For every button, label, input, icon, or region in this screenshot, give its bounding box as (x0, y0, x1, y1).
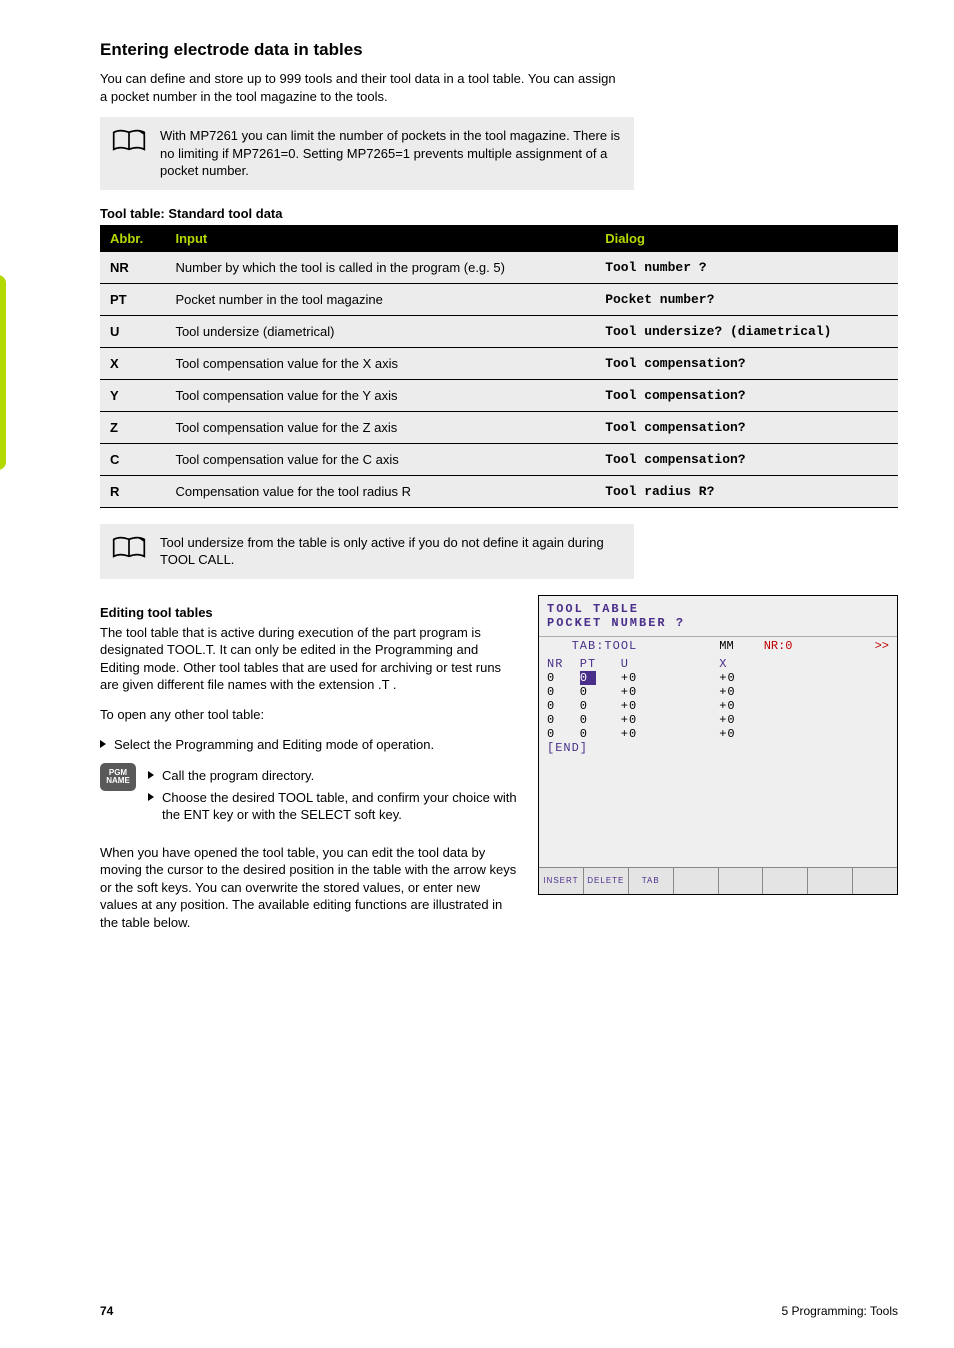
tool-data-table: Abbr. Input Dialog NRNumber by which the… (100, 225, 898, 508)
section-title: Entering electrode data in tables (100, 40, 898, 60)
cell-input: Compensation value for the tool radius R (165, 475, 595, 507)
step-select-mode: Select the Programming and Editing mode … (100, 736, 518, 754)
cell-input: Tool compensation value for the Z axis (165, 411, 595, 443)
screen-scroll-arrows-icon[interactable]: >> (875, 639, 889, 653)
softkey-empty (674, 868, 719, 894)
cell-abbr: Y (100, 379, 165, 411)
note-block-undersize: Tool undersize from the table is only ac… (100, 524, 634, 579)
table-row: YTool compensation value for the Y axisT… (100, 379, 898, 411)
editing-after-paragraph: When you have opened the tool table, you… (100, 844, 518, 932)
table-row: XTool compensation value for the X axisT… (100, 347, 898, 379)
note-book-icon (112, 534, 146, 560)
cell-abbr: X (100, 347, 165, 379)
cell-input: Tool compensation value for the C axis (165, 443, 595, 475)
side-tab-label: 5.1 Electrodes (0, 275, 6, 470)
cell-input: Tool compensation value for the Y axis (165, 379, 595, 411)
page-number: 74 (100, 1304, 113, 1318)
editing-subtitle: Editing tool tables (100, 605, 518, 620)
softkey-tab[interactable]: TAB (629, 868, 674, 894)
note-text-2: Tool undersize from the table is only ac… (160, 534, 622, 569)
page-footer: 74 5 Programming: Tools (100, 1304, 898, 1318)
screen-title: TOOL TABLE POCKET NUMBER ? (539, 596, 897, 637)
table-row: RCompensation value for the tool radius … (100, 475, 898, 507)
cell-input: Tool compensation value for the X axis (165, 347, 595, 379)
cell-abbr: U (100, 315, 165, 347)
editing-paragraph: The tool table that is active during exe… (100, 624, 518, 694)
table-row: UTool undersize (diametrical)Tool unders… (100, 315, 898, 347)
cell-input: Tool undersize (diametrical) (165, 315, 595, 347)
cell-dialog: Tool compensation? (595, 347, 898, 379)
intro-paragraph: You can define and store up to 999 tools… (100, 70, 620, 105)
cell-dialog: Pocket number? (595, 283, 898, 315)
cell-dialog: Tool compensation? (595, 411, 898, 443)
cell-input: Pocket number in the tool magazine (165, 283, 595, 315)
cell-dialog: Tool undersize? (diametrical) (595, 315, 898, 347)
note-block-mp7261: With MP7261 you can limit the number of … (100, 117, 634, 190)
cell-abbr: NR (100, 252, 165, 284)
tool-table-screenshot: TOOL TABLE POCKET NUMBER ? TAB:TOOL MM N… (538, 595, 898, 895)
table-row: NRNumber by which the tool is called in … (100, 252, 898, 284)
softkey-empty (763, 868, 808, 894)
cell-dialog: Tool compensation? (595, 379, 898, 411)
chapter-label: 5 Programming: Tools (782, 1304, 899, 1318)
cell-input: Number by which the tool is called in th… (165, 252, 595, 284)
screen-mm: MM (719, 639, 733, 653)
th-abbr: Abbr. (100, 225, 165, 252)
section-side-tab: 5.1 Electrodes (0, 290, 54, 470)
table-row: CTool compensation value for the C axisT… (100, 443, 898, 475)
softkey-empty (719, 868, 764, 894)
cell-dialog: Tool radius R? (595, 475, 898, 507)
cell-abbr: PT (100, 283, 165, 315)
cell-dialog: Tool number ? (595, 252, 898, 284)
cell-abbr: R (100, 475, 165, 507)
key-step: Call the program directory. (148, 767, 518, 785)
pgm-name-key[interactable]: PGM NAME (100, 763, 136, 791)
note-book-icon (112, 127, 146, 153)
screen-tab-label: TAB:TOOL (547, 639, 637, 653)
note-text-1: With MP7261 you can limit the number of … (160, 127, 622, 180)
cell-dialog: Tool compensation? (595, 443, 898, 475)
softkey-delete[interactable]: DELETE (584, 868, 629, 894)
th-dialog: Dialog (595, 225, 898, 252)
th-input: Input (165, 225, 595, 252)
cell-abbr: C (100, 443, 165, 475)
screen-nr: NR:0 (764, 639, 793, 653)
table-row: PTPocket number in the tool magazinePock… (100, 283, 898, 315)
table-title: Tool table: Standard tool data (100, 206, 898, 221)
table-row: ZTool compensation value for the Z axisT… (100, 411, 898, 443)
cell-abbr: Z (100, 411, 165, 443)
key-step: Choose the desired TOOL table, and confi… (148, 789, 518, 824)
softkey-insert[interactable]: INSERT (539, 868, 584, 894)
open-paragraph: To open any other tool table: (100, 706, 518, 724)
softkey-empty (853, 868, 897, 894)
softkey-empty (808, 868, 853, 894)
